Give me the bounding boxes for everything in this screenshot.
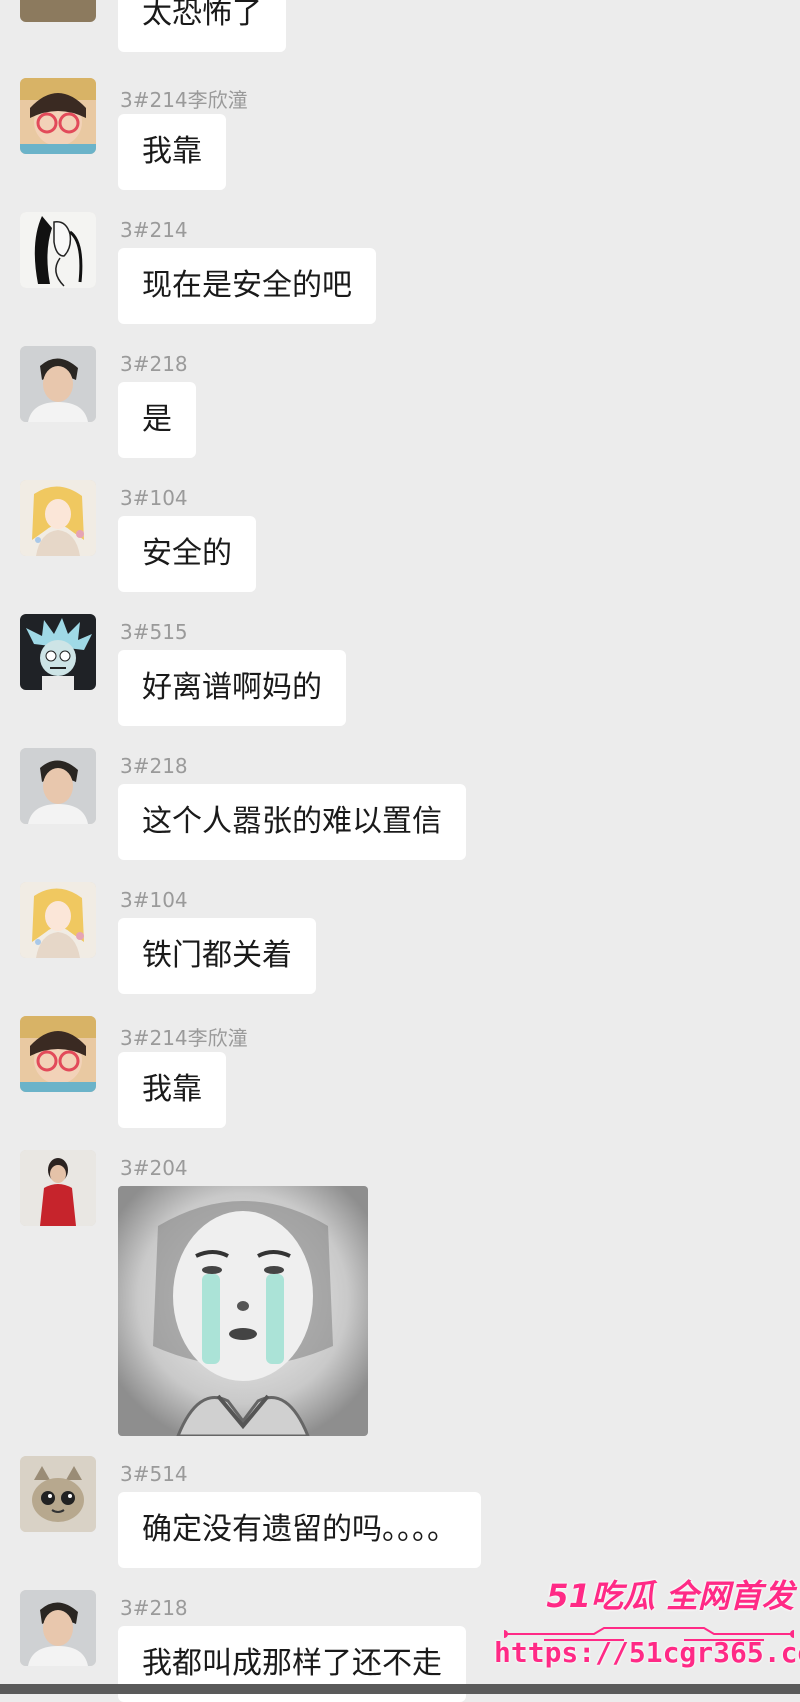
avatar-anime-girl[interactable] (20, 882, 96, 958)
message-bubble[interactable]: 铁门都关着 (118, 918, 316, 994)
crying-face-sticker[interactable] (118, 1186, 368, 1436)
message-bubble[interactable]: 太恐怖了 (118, 0, 286, 52)
bottom-edge-bar (0, 1684, 800, 1694)
avatar-cartoon-rick[interactable] (20, 614, 96, 690)
sender-name: 3#214 (120, 218, 188, 242)
sender-name: 3#204 (120, 1156, 188, 1180)
message-bubble[interactable]: 确定没有遗留的吗。。。。 (118, 1492, 481, 1568)
chat-message: 3#214李欣潼 我靠 (20, 78, 780, 198)
watermark-brand: 51吃瓜 全网首发 (546, 1577, 794, 1615)
message-bubble[interactable]: 现在是安全的吧 (118, 248, 376, 324)
avatar-young-man[interactable] (20, 1590, 96, 1666)
chat-message: 3#218 是 (20, 346, 780, 466)
message-bubble[interactable]: 这个人嚣张的难以置信 (118, 784, 466, 860)
message-bubble[interactable]: 好离谱啊妈的 (118, 650, 346, 726)
circuit-lines-icon (504, 1627, 794, 1641)
chat-message: 太恐怖了 (20, 0, 780, 76)
message-bubble[interactable]: 是 (118, 382, 196, 458)
sender-name: 3#104 (120, 486, 188, 510)
avatar-anime-girl[interactable] (20, 480, 96, 556)
chat-message: 3#204 (20, 1150, 780, 1450)
avatar-young-man[interactable] (20, 346, 96, 422)
avatar-sketch-woman[interactable] (20, 212, 96, 288)
sender-name: 3#514 (120, 1462, 188, 1486)
chat-history: 太恐怖了 3#214李欣潼 我靠 3#214 现在是安全的吧 3#218 是 3… (0, 0, 800, 1702)
chat-message: 3#104 安全的 (20, 480, 780, 600)
site-watermark: 51吃瓜 全网首发 https://51cgr365.com (494, 1576, 800, 1686)
chat-message: 3#104 铁门都关着 (20, 882, 780, 1002)
sender-name: 3#218 (120, 754, 188, 778)
chat-message: 3#515 好离谱啊妈的 (20, 614, 780, 734)
sender-name: 3#214李欣潼 (120, 88, 248, 112)
sender-name: 3#104 (120, 888, 188, 912)
avatar-young-man[interactable] (20, 748, 96, 824)
avatar-red-figure[interactable] (20, 1150, 96, 1226)
avatar-cat[interactable] (20, 0, 96, 22)
sender-name: 3#218 (120, 1596, 188, 1620)
avatar-cute-creature[interactable] (20, 1456, 96, 1532)
message-bubble[interactable]: 安全的 (118, 516, 256, 592)
sender-name: 3#218 (120, 352, 188, 376)
message-bubble[interactable]: 我靠 (118, 114, 226, 190)
chat-message: 3#214 现在是安全的吧 (20, 212, 780, 332)
avatar-girl-glasses[interactable] (20, 1016, 96, 1092)
sender-name: 3#515 (120, 620, 188, 644)
sender-name: 3#214李欣潼 (120, 1026, 248, 1050)
message-bubble[interactable]: 我靠 (118, 1052, 226, 1128)
chat-message: 3#214李欣潼 我靠 (20, 1016, 780, 1136)
chat-message: 3#514 确定没有遗留的吗。。。。 (20, 1456, 780, 1576)
avatar-girl-glasses[interactable] (20, 78, 96, 154)
chat-message: 3#218 这个人嚣张的难以置信 (20, 748, 780, 868)
